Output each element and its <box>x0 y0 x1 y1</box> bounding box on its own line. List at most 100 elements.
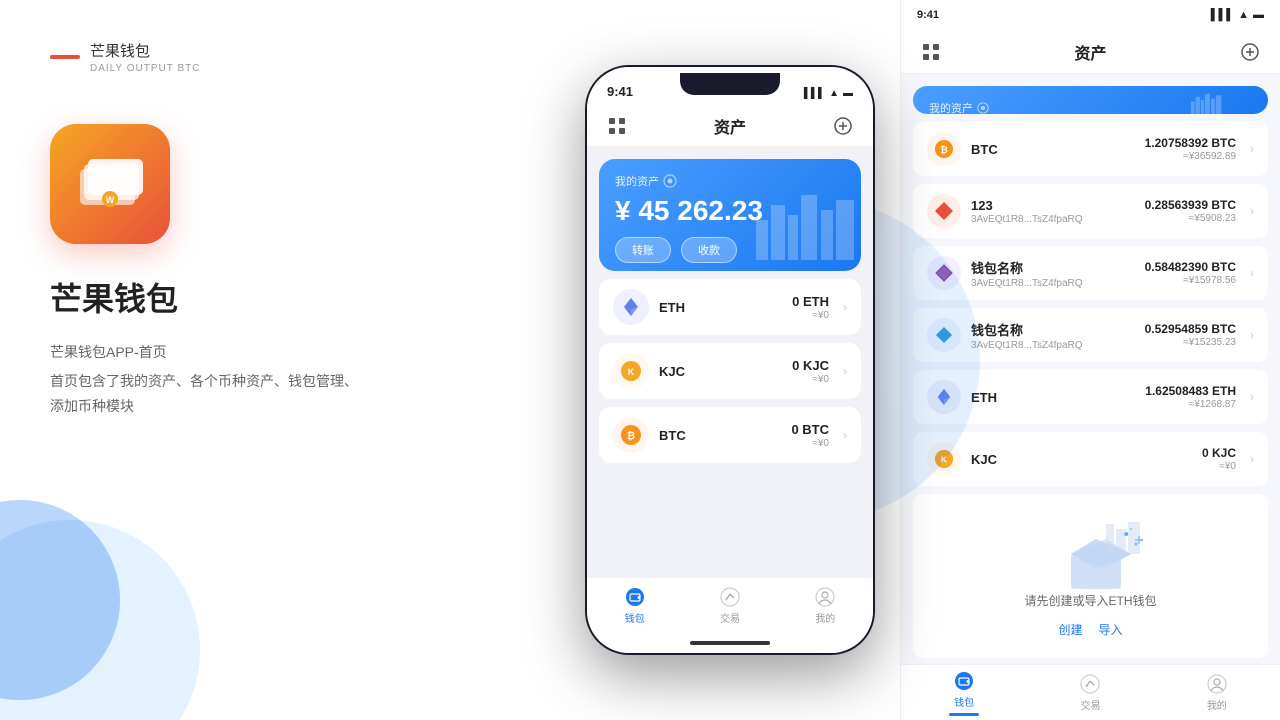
r-eth-chevron: › <box>1250 390 1254 404</box>
mine-tab-icon <box>814 586 836 608</box>
phone-btc-info: BTC <box>659 428 781 443</box>
r-battery-icon: ▬ <box>1253 9 1264 21</box>
phone-coin-kjc[interactable]: K KJC 0 KJC ≈¥0 › <box>599 343 861 399</box>
r-btc-info: BTC <box>971 142 1135 157</box>
phone-status-icons: ▌▌▌ ▲ ▬ <box>804 88 853 99</box>
empty-illustration <box>1051 514 1131 584</box>
app-icon-large: W <box>50 124 170 244</box>
right-nav-add-icon[interactable] <box>1236 38 1264 66</box>
svg-text:₿: ₿ <box>627 430 635 442</box>
phone-eth-info: ETH <box>659 300 782 315</box>
right-create-link[interactable]: 创建 <box>1058 621 1082 638</box>
red-accent-line <box>50 55 80 59</box>
r-123-chevron: › <box>1250 204 1254 218</box>
right-asset-card: 我的资产 ¥ 45 262.23 转账 收款 <box>913 86 1268 114</box>
phone-coin-eth[interactable]: ETH 0 ETH ≈¥0 › <box>599 279 861 335</box>
eth-icon <box>613 289 649 325</box>
right-coin-wallet1[interactable]: 钱包名称 3AvEQt1R8...TsZ4fpaRQ 0.58482390 BT… <box>913 246 1268 300</box>
btc-icon: ₿ <box>613 417 649 453</box>
phone-inner: 9:41 ▌▌▌ ▲ ▬ 资产 <box>587 67 873 653</box>
wifi-icon: ▲ <box>829 88 839 99</box>
right-tab-wallet-indicator <box>949 713 979 716</box>
btc-chevron-icon: › <box>843 428 847 442</box>
logo-bar: 芒果钱包 DAILY OUTPUT BTC <box>50 40 510 74</box>
r-wallet2-amount: 0.52954859 BTC ≈¥15235.23 <box>1145 322 1236 348</box>
r-wallet1-amount: 0.58482390 BTC ≈¥15978.56 <box>1145 260 1236 286</box>
phone-eth-amount: 0 ETH ≈¥0 <box>792 294 829 321</box>
right-empty-text: 请先创建或导入ETH钱包 <box>1024 592 1156 609</box>
phone-receive-btn[interactable]: 收款 <box>681 237 737 263</box>
right-coin-123[interactable]: 123 3AvEQt1R8...TsZ4fpaRQ 0.28563939 BTC… <box>913 184 1268 238</box>
kjc-icon: K <box>613 353 649 389</box>
phone-kjc-info: KJC <box>659 364 782 379</box>
r-kjc-chevron: › <box>1250 452 1254 466</box>
right-coin-btc[interactable]: ₿ BTC 1.20758392 BTC ≈¥36592.89 › <box>913 122 1268 176</box>
phone-nav: 资产 <box>587 105 873 147</box>
right-tab-wallet[interactable]: 钱包 <box>901 665 1027 720</box>
r-wallet1-info: 钱包名称 3AvEQt1R8...TsZ4fpaRQ <box>971 258 1135 289</box>
right-tab-mine[interactable]: 我的 <box>1154 665 1280 720</box>
right-nav-title: 资产 <box>1074 40 1106 64</box>
right-nav: 资产 <box>901 30 1280 74</box>
r-kjc-amount: 0 KJC ≈¥0 <box>1202 446 1236 472</box>
svg-text:W: W <box>106 195 115 205</box>
right-bottom-tabs: 钱包 交易 我的 <box>901 664 1280 720</box>
r-signal-icon: ▌▌▌ <box>1211 9 1234 21</box>
phone-tab-trade[interactable]: 交易 <box>682 578 777 633</box>
app-name-small: 芒果钱包 <box>90 40 200 61</box>
right-tab-trade[interactable]: 交易 <box>1027 665 1153 720</box>
phone-tab-mine[interactable]: 我的 <box>778 578 873 633</box>
subtitle-small: DAILY OUTPUT BTC <box>90 63 200 74</box>
phone-bottom-tabs: 钱包 交易 我的 <box>587 577 873 633</box>
right-status-icons: ▌▌▌ ▲ ▬ <box>1211 9 1264 21</box>
right-empty-links: 创建 导入 <box>1058 621 1122 638</box>
phone-nav-grid-icon[interactable] <box>603 112 631 140</box>
r-kjc-info: KJC <box>971 452 1192 467</box>
right-eye-icon <box>977 102 989 114</box>
phone-asset-label: 我的资产 <box>615 173 845 189</box>
phone-outer: 9:41 ▌▌▌ ▲ ▬ 资产 <box>585 65 875 655</box>
phone-asset-card: 我的资产 ¥ 45 262.23 转账 收款 <box>599 159 861 271</box>
left-panel: 芒果钱包 DAILY OUTPUT BTC W 芒果钱包 芒果钱包APP-首页 … <box>0 0 560 720</box>
phone-nav-add-icon[interactable] <box>829 112 857 140</box>
phone-bottom-bar <box>587 633 873 653</box>
r-mine-tab-icon <box>1206 673 1228 695</box>
r-eth-amount: 1.62508483 ETH ≈¥1268.87 <box>1145 384 1236 410</box>
right-asset-label: 我的资产 <box>929 100 1252 114</box>
phone-status-time: 9:41 <box>607 84 633 99</box>
battery-icon: ▬ <box>843 88 853 99</box>
phone-transfer-btn[interactable]: 转账 <box>615 237 671 263</box>
right-import-link[interactable]: 导入 <box>1099 621 1123 638</box>
phone-btc-amount: 0 BTC ≈¥0 <box>791 422 829 449</box>
phone-content: 我的资产 ¥ 45 262.23 转账 收款 ETH <box>587 147 873 577</box>
app-title-large: 芒果钱包 <box>50 274 510 320</box>
right-coin-kjc[interactable]: K KJC 0 KJC ≈¥0 › <box>913 432 1268 486</box>
center-panel: 9:41 ▌▌▌ ▲ ▬ 资产 <box>560 0 900 720</box>
app-desc-line1: 芒果钱包APP-首页 <box>50 340 370 365</box>
wallet-icon-svg: W <box>70 144 150 224</box>
kjc-chevron-icon: › <box>843 364 847 378</box>
r-wallet2-info: 钱包名称 3AvEQt1R8...TsZ4fpaRQ <box>971 320 1135 351</box>
r-wallet2-chevron: › <box>1250 328 1254 342</box>
r-btc-icon: ₿ <box>927 132 961 166</box>
r-trade-tab-icon <box>1079 673 1101 695</box>
r-wallet-tab-icon <box>953 670 975 692</box>
eye-icon <box>663 174 677 188</box>
trade-tab-icon <box>719 586 741 608</box>
r-123-amount: 0.28563939 BTC ≈¥5908.23 <box>1145 198 1236 224</box>
svg-text:₿: ₿ <box>940 145 947 155</box>
home-indicator <box>690 641 770 645</box>
right-status-time: 9:41 <box>917 9 939 21</box>
r-wallet1-chevron: › <box>1250 266 1254 280</box>
phone-coin-btc[interactable]: ₿ BTC 0 BTC ≈¥0 › <box>599 407 861 463</box>
r-123-icon <box>927 194 961 228</box>
r-btc-amount: 1.20758392 BTC ≈¥36592.89 <box>1145 136 1236 162</box>
r-btc-chevron: › <box>1250 142 1254 156</box>
right-status-bar: 9:41 ▌▌▌ ▲ ▬ <box>901 0 1280 30</box>
phone-notch <box>680 73 780 95</box>
phone-tab-wallet[interactable]: 钱包 <box>587 578 682 633</box>
app-desc-line2: 首页包含了我的资产、各个币种资产、钱包管理、添加币种模块 <box>50 369 370 419</box>
logo-text-group: 芒果钱包 DAILY OUTPUT BTC <box>90 40 200 74</box>
signal-icon: ▌▌▌ <box>804 88 825 99</box>
right-nav-grid-icon[interactable] <box>917 38 945 66</box>
